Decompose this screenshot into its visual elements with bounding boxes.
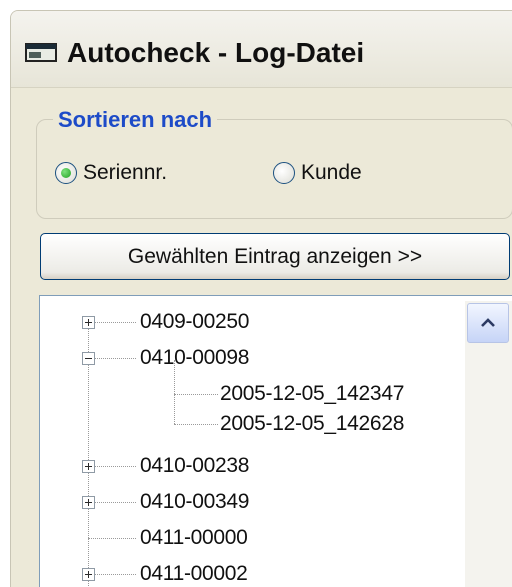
expand-plus-icon[interactable] [82, 568, 95, 581]
tree-connector [88, 466, 136, 468]
tree-connector [174, 394, 218, 396]
tree-node[interactable]: 0409-00250 [140, 307, 249, 337]
radio-label-seriennr: Seriennr. [83, 161, 168, 184]
tree-node-label: 0410-00238 [140, 454, 250, 477]
collapse-minus-icon[interactable] [82, 352, 95, 365]
tree-node-label: 0411-00002 [140, 562, 248, 585]
radio-seriennr[interactable]: Seriennr. [55, 161, 167, 185]
tree-connector [88, 322, 136, 324]
tree-node[interactable]: 0411-00000 [140, 523, 248, 553]
tree-node[interactable]: 0410-00098 [140, 343, 249, 373]
tree-node-label: 0410-00098 [140, 346, 250, 369]
tree-node-label: 0409-00250 [140, 310, 250, 333]
tree-connector [88, 538, 136, 540]
tree-node-label: 2005-12-05_142347 [220, 382, 405, 405]
tree-vertical-scrollbar[interactable] [465, 301, 512, 587]
tree-connector [88, 358, 136, 360]
show-entry-button[interactable]: Gewählten Eintrag anzeigen >> [40, 233, 510, 280]
radio-button-unselected[interactable] [273, 162, 295, 184]
radio-kunde[interactable]: Kunde [273, 161, 362, 185]
radio-label-kunde: Kunde [301, 161, 362, 184]
expand-plus-icon[interactable] [82, 496, 95, 509]
tree-node-label: 0410-00349 [140, 490, 250, 513]
tree-node-label: 0411-00000 [140, 526, 248, 549]
tree-node[interactable]: 0411-00002 [140, 559, 248, 587]
radio-button-selected[interactable] [55, 162, 77, 184]
title-bar[interactable]: Autocheck - Log-Datei [11, 11, 512, 88]
expand-plus-icon[interactable] [82, 460, 95, 473]
tree-connector [88, 502, 136, 504]
autocheck-window: Autocheck - Log-Datei Sortieren nach Ser… [10, 10, 512, 587]
tree-node[interactable]: 0410-00349 [140, 487, 249, 517]
tree-node[interactable]: 0410-00238 [140, 451, 249, 481]
tree-node[interactable]: 2005-12-05_142347 [220, 379, 404, 409]
log-tree-view[interactable]: 0409-00250 0410-00098 2005-12-05_142347 … [39, 295, 512, 587]
chevron-up-icon [481, 318, 495, 327]
expand-plus-icon[interactable] [82, 316, 95, 329]
window-title: Autocheck - Log-Datei [67, 37, 365, 68]
sort-group-legend: Sortieren nach [53, 107, 218, 133]
tree-node[interactable]: 2005-12-05_142628 [220, 409, 404, 439]
tree-connector [174, 424, 218, 426]
tree-node-label: 2005-12-05_142628 [220, 412, 405, 435]
window-icon [25, 43, 57, 62]
scroll-up-button[interactable] [467, 303, 509, 343]
tree-connector [88, 574, 136, 576]
